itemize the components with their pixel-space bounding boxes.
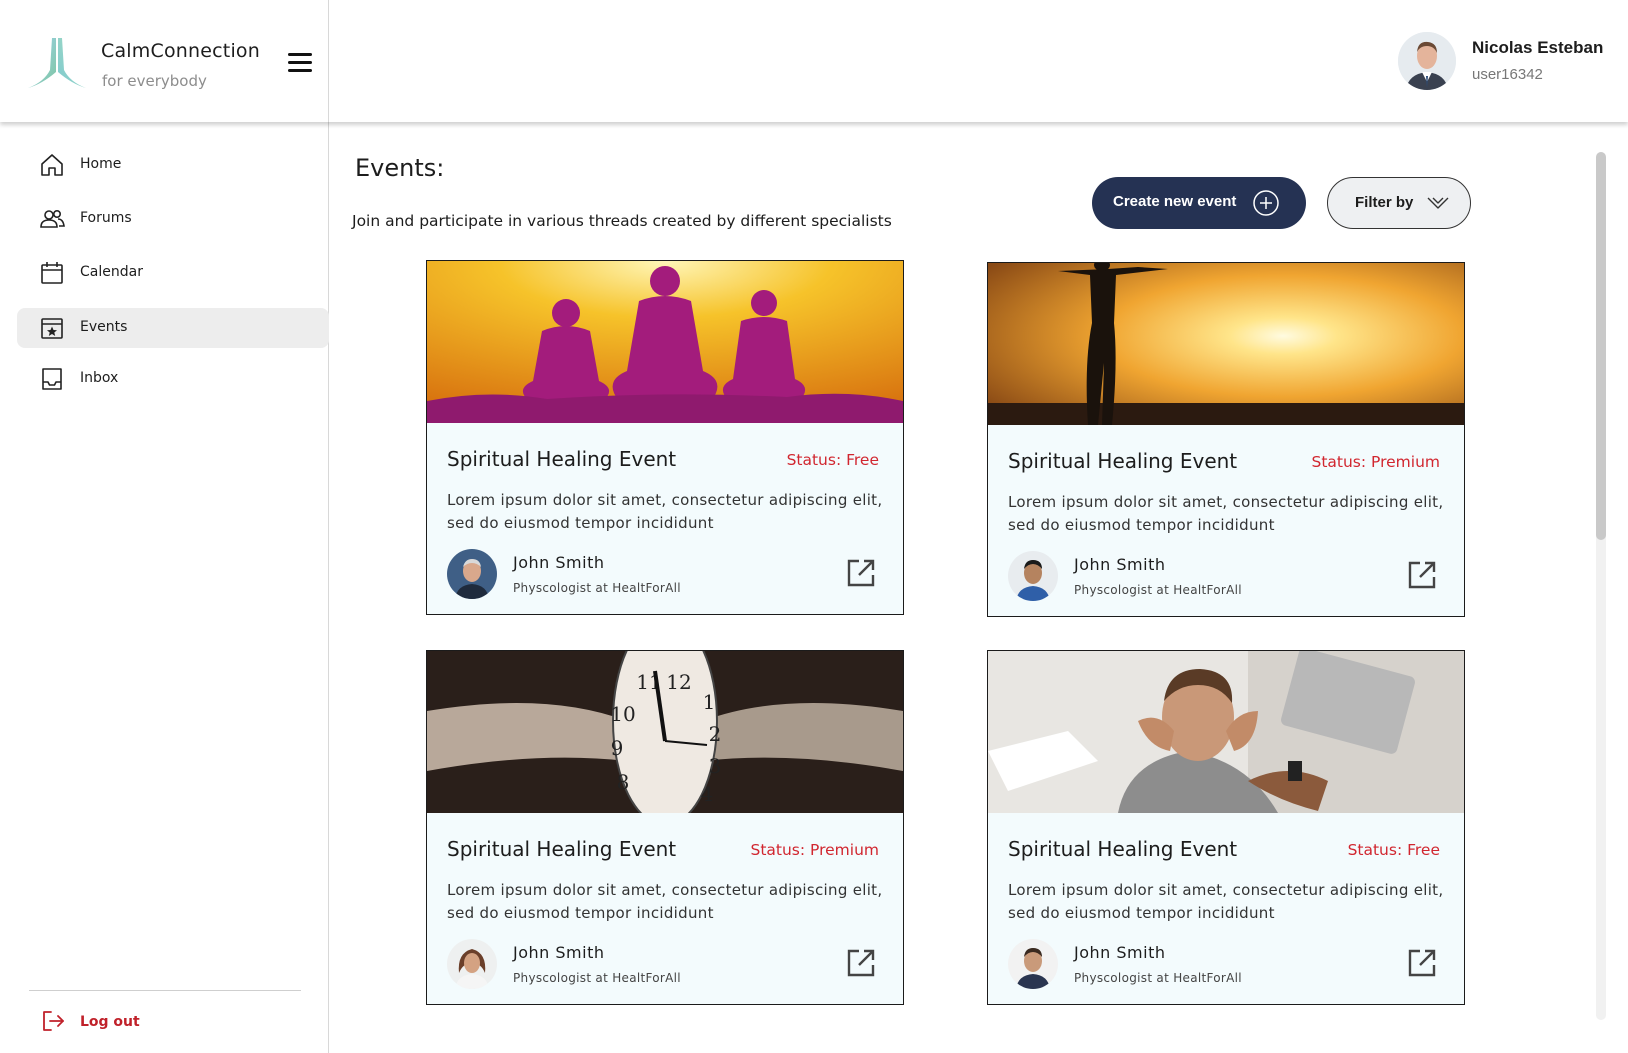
filter-button[interactable]: Filter by <box>1327 177 1471 229</box>
create-event-label: Create new event <box>1113 193 1237 210</box>
logout-label: Log out <box>80 1014 140 1030</box>
event-title: Spiritual Healing Event <box>1008 837 1238 861</box>
external-link-icon[interactable] <box>1406 559 1438 591</box>
menu-icon[interactable] <box>288 53 312 75</box>
page-title: Events: <box>355 154 445 182</box>
app-tagline: for everybody <box>102 72 207 90</box>
sidebar-item-inbox[interactable]: Inbox <box>17 359 329 399</box>
avatar <box>1008 939 1058 989</box>
sidebar-item-forums[interactable]: Forums <box>17 199 329 239</box>
external-link-icon[interactable] <box>845 557 877 589</box>
event-title: Spiritual Healing Event <box>447 837 677 861</box>
event-card[interactable]: Spiritual Healing Event Status: Premium … <box>987 262 1465 617</box>
sidebar: Home Forums Calendar Events Inbox Log ou <box>0 122 329 1053</box>
status-badge: Status: Free <box>786 451 879 469</box>
author-name: John Smith <box>1074 555 1166 574</box>
event-image: 12 1 2 3 4 11 10 9 8 <box>427 651 903 813</box>
divider <box>29 990 301 991</box>
event-title: Spiritual Healing Event <box>447 447 677 471</box>
avatar <box>447 549 497 599</box>
filter-label: Filter by <box>1355 194 1414 211</box>
svg-text:9: 9 <box>611 736 624 760</box>
calendar-star-icon <box>41 318 63 339</box>
svg-text:10: 10 <box>610 702 635 726</box>
brand-area: CalmConnection for everybody <box>0 0 329 122</box>
sidebar-item-label: Forums <box>80 210 132 226</box>
svg-text:8: 8 <box>617 770 630 794</box>
chevron-down-icon <box>1427 197 1449 209</box>
inbox-icon <box>42 368 62 390</box>
app-logo-icon <box>28 38 86 88</box>
svg-text:4: 4 <box>701 782 714 806</box>
logout-button[interactable]: Log out <box>36 1004 176 1038</box>
event-description: Lorem ipsum dolor sit amet, consectetur … <box>447 881 883 922</box>
sidebar-item-home[interactable]: Home <box>17 145 329 185</box>
author-role: Physcologist at HealtForAll <box>513 581 681 595</box>
sidebar-item-label: Inbox <box>80 370 119 386</box>
status-badge: Status: Premium <box>1311 453 1440 471</box>
author-role: Physcologist at HealtForAll <box>1074 583 1242 597</box>
svg-text:2: 2 <box>709 722 722 746</box>
scrollbar-thumb[interactable] <box>1596 152 1606 540</box>
author-name: John Smith <box>1074 943 1166 962</box>
user-profile[interactable]: Nicolas Esteban user16342 <box>1328 0 1628 122</box>
user-id: user16342 <box>1472 66 1543 83</box>
avatar <box>1008 551 1058 601</box>
main-content: Events: Join and participate in various … <box>329 122 1628 1053</box>
avatar[interactable] <box>1398 32 1456 90</box>
author-role: Physcologist at HealtForAll <box>513 971 681 985</box>
sidebar-item-label: Calendar <box>80 264 143 280</box>
logout-icon <box>43 1011 64 1031</box>
avatar <box>447 939 497 989</box>
author-name: John Smith <box>513 553 605 572</box>
home-icon <box>41 154 63 176</box>
calendar-icon <box>41 262 63 284</box>
svg-text:3: 3 <box>709 754 722 778</box>
svg-text:12: 12 <box>666 670 691 694</box>
external-link-icon[interactable] <box>1406 947 1438 979</box>
event-description: Lorem ipsum dolor sit amet, consectetur … <box>447 491 883 532</box>
sidebar-item-label: Events <box>80 319 128 335</box>
page-subtitle: Join and participate in various threads … <box>352 212 892 230</box>
author-name: John Smith <box>513 943 605 962</box>
status-badge: Status: Premium <box>750 841 879 859</box>
event-image <box>427 261 903 423</box>
event-image <box>988 651 1464 813</box>
status-badge: Status: Free <box>1347 841 1440 859</box>
event-description: Lorem ipsum dolor sit amet, consectetur … <box>1008 881 1444 922</box>
users-icon <box>40 210 65 228</box>
external-link-icon[interactable] <box>845 947 877 979</box>
event-title: Spiritual Healing Event <box>1008 449 1238 473</box>
event-card[interactable]: Spiritual Healing Event Status: Free Lor… <box>426 260 904 615</box>
app-name: CalmConnection <box>101 40 261 62</box>
author-role: Physcologist at HealtForAll <box>1074 971 1242 985</box>
sidebar-item-label: Home <box>80 156 122 172</box>
event-description: Lorem ipsum dolor sit amet, consectetur … <box>1008 493 1444 534</box>
svg-text:1: 1 <box>703 690 716 714</box>
event-image <box>988 263 1464 425</box>
sidebar-item-events[interactable]: Events <box>17 308 329 348</box>
user-name: Nicolas Esteban <box>1472 38 1604 57</box>
top-header: CalmConnection for everybody Nicolas Est… <box>0 0 1628 122</box>
event-card[interactable]: Spiritual Healing Event Status: Free Lor… <box>987 650 1465 1005</box>
create-event-button[interactable]: Create new event <box>1092 177 1306 229</box>
sidebar-item-calendar[interactable]: Calendar <box>17 253 329 293</box>
event-card[interactable]: 12 1 2 3 4 11 10 9 8 Spiritual Healing Event St… <box>426 650 904 1005</box>
plus-circle-icon <box>1253 190 1279 216</box>
